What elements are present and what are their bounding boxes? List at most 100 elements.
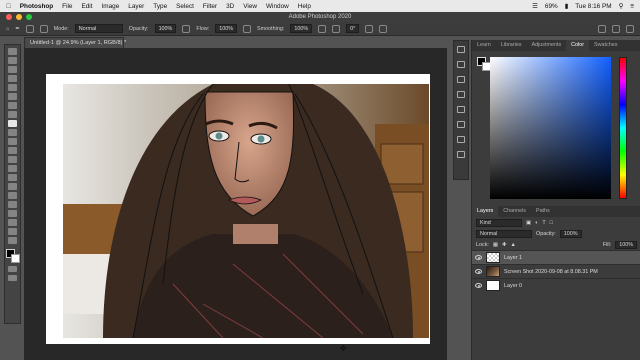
angle-field[interactable]: 0° (346, 24, 360, 33)
hand-tool-icon[interactable] (8, 219, 17, 226)
menu-image[interactable]: Image (102, 3, 120, 10)
paragraph-panel-icon[interactable] (457, 106, 465, 113)
menu-filter[interactable]: Filter (203, 3, 217, 10)
minimize-window-icon[interactable] (16, 14, 22, 20)
blend-mode-select[interactable]: Normal (476, 229, 532, 238)
menu-type[interactable]: Type (153, 3, 167, 10)
tab-color[interactable]: Color (566, 40, 590, 51)
search-icon[interactable]: ⚲ (619, 2, 624, 10)
path-select-tool-icon[interactable] (8, 201, 17, 208)
filter-shape-icon[interactable]: □ (550, 220, 553, 226)
history-panel-icon[interactable] (457, 46, 465, 53)
pressure-size-icon[interactable] (365, 24, 374, 33)
zoom-window-icon[interactable] (26, 14, 32, 20)
move-tool-icon[interactable] (8, 48, 17, 55)
menu-edit[interactable]: Edit (81, 3, 92, 10)
menu-photoshop[interactable]: Photoshop (20, 3, 53, 10)
brush-tool-icon[interactable] (8, 120, 17, 127)
pen-tool-icon[interactable] (8, 183, 17, 190)
pressure-opacity-icon[interactable] (182, 24, 191, 33)
home-icon[interactable]: ⌂ (6, 26, 9, 32)
properties-panel-icon[interactable] (457, 76, 465, 83)
visibility-eye-icon[interactable] (475, 283, 482, 288)
background-color[interactable] (10, 254, 20, 263)
menu-select[interactable]: Select (176, 3, 194, 10)
visibility-eye-icon[interactable] (475, 269, 482, 274)
airbrush-icon[interactable] (243, 24, 252, 33)
menu-layer[interactable]: Layer (128, 3, 144, 10)
menu-window[interactable]: Window (266, 3, 289, 10)
marquee-tool-icon[interactable] (8, 57, 17, 64)
battery-percent[interactable]: 69% (545, 3, 558, 10)
layer-opacity-field[interactable]: 100% (559, 229, 582, 238)
opacity-field[interactable]: 100% (154, 24, 177, 33)
type-tool-icon[interactable] (8, 192, 17, 199)
close-window-icon[interactable] (6, 14, 12, 20)
share-icon[interactable] (626, 24, 634, 33)
flow-field[interactable]: 100% (215, 24, 238, 33)
search-tools-icon[interactable] (598, 24, 606, 33)
dodge-tool-icon[interactable] (8, 174, 17, 181)
document-tab[interactable]: Untitled-1 @ 24.9% (Layer 1, RGB/8) * (24, 37, 126, 48)
smoothing-field[interactable]: 100% (290, 24, 313, 33)
wifi-icon[interactable]: ☰ (532, 2, 538, 10)
edit-toolbar-icon[interactable] (8, 237, 17, 244)
shape-tool-icon[interactable] (8, 210, 17, 217)
lasso-tool-icon[interactable] (8, 66, 17, 73)
kind-filter-select[interactable]: Kind (476, 218, 522, 227)
tab-channels[interactable]: Channels (498, 206, 531, 217)
lock-pixels-icon[interactable]: ▦ (493, 242, 498, 248)
filter-type-icon[interactable]: T (542, 220, 545, 226)
frame-tool-icon[interactable] (8, 93, 17, 100)
actions-panel-icon[interactable] (457, 151, 465, 158)
battery-icon[interactable]: ▮ (565, 2, 569, 10)
libraries-panel-icon[interactable] (457, 136, 465, 143)
workspace-icon[interactable] (612, 24, 620, 33)
smoothing-settings-icon[interactable] (318, 24, 327, 33)
lock-position-icon[interactable]: ✚ (502, 242, 507, 248)
glyphs-panel-icon[interactable] (457, 121, 465, 128)
eraser-tool-icon[interactable] (8, 147, 17, 154)
character-panel-icon[interactable] (457, 91, 465, 98)
tab-adjustments[interactable]: Adjustments (526, 40, 566, 51)
menu-help[interactable]: Help (298, 3, 311, 10)
menu-view[interactable]: View (243, 3, 257, 10)
tab-swatches[interactable]: Swatches (589, 40, 622, 51)
layer-row[interactable]: Screen Shot 2020-09-08 at 8.08.31 PM (472, 264, 640, 278)
tab-libraries[interactable]: Libraries (496, 40, 527, 51)
brush-settings-panel-icon[interactable] (457, 61, 465, 68)
brush-preset-icon[interactable]: ✒ (15, 26, 20, 32)
lock-all-icon[interactable]: ▲ (511, 242, 516, 248)
menu-file[interactable]: File (62, 3, 72, 10)
menu-list-icon[interactable]: ≡ (630, 3, 634, 10)
layer-row[interactable]: Layer 0 (472, 278, 640, 292)
tab-learn[interactable]: Learn (472, 40, 496, 51)
healing-tool-icon[interactable] (8, 111, 17, 118)
gradient-tool-icon[interactable] (8, 156, 17, 163)
brush-size-picker[interactable] (25, 24, 34, 33)
symmetry-icon[interactable] (379, 24, 388, 33)
crop-tool-icon[interactable] (8, 84, 17, 91)
apple-icon[interactable]:  (6, 3, 11, 10)
tab-layers[interactable]: Layers (472, 206, 499, 217)
color-field[interactable] (490, 57, 611, 199)
zoom-tool-icon[interactable] (8, 228, 17, 235)
brush-settings-icon[interactable] (39, 24, 48, 33)
filter-adjust-icon[interactable]: ◐ (535, 220, 538, 226)
quick-select-tool-icon[interactable] (8, 75, 17, 82)
hue-slider[interactable] (619, 57, 627, 199)
mode-select[interactable]: Normal (74, 24, 123, 33)
layer-fill-field[interactable]: 100% (615, 240, 637, 249)
screen-mode-icon[interactable] (8, 274, 17, 281)
history-brush-tool-icon[interactable] (8, 138, 17, 145)
blur-tool-icon[interactable] (8, 165, 17, 172)
eyedropper-tool-icon[interactable] (8, 102, 17, 109)
clock[interactable]: Tue 8:16 PM (575, 3, 611, 10)
angle-icon[interactable] (332, 24, 341, 33)
quick-mask-icon[interactable] (8, 265, 17, 272)
menu-3d[interactable]: 3D (226, 3, 234, 10)
filter-pixel-icon[interactable]: ▣ (526, 220, 531, 226)
visibility-eye-icon[interactable] (475, 255, 482, 260)
clone-stamp-tool-icon[interactable] (8, 129, 17, 136)
layer-row[interactable]: Layer 1 (472, 250, 640, 264)
